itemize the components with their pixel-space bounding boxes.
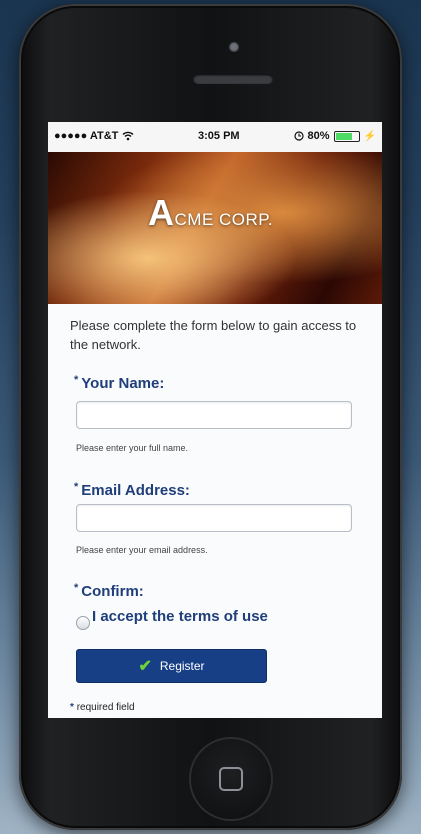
terms-checkbox[interactable]	[76, 616, 90, 630]
home-button-icon	[219, 767, 243, 791]
register-button-label: Register	[159, 659, 205, 673]
battery-level-fill	[335, 132, 352, 140]
carrier-label: ●●●●● AT&T	[54, 130, 119, 142]
battery-percent: 80%	[307, 130, 330, 142]
register-button[interactable]: ✔ Register	[76, 649, 267, 683]
required-asterisk: *	[70, 702, 74, 713]
brand-logo: ACME CORP.	[148, 192, 273, 234]
confirm-label-text: Confirm:	[81, 583, 144, 600]
home-button[interactable]	[191, 739, 271, 819]
status-left: ●●●●● AT&T	[54, 130, 134, 142]
required-asterisk: *	[74, 374, 79, 386]
required-asterisk: *	[74, 481, 79, 493]
status-time: 3:05 PM	[198, 130, 240, 142]
header-banner: ACME CORP.	[48, 152, 382, 304]
email-input[interactable]	[76, 504, 352, 532]
brand-initial: A	[148, 192, 175, 233]
alarm-icon	[293, 131, 304, 141]
checkmark-icon: ✔	[138, 658, 152, 675]
phone-screen: ●●●●● AT&T 3:05 PM 80% ⚡ ACME CORP. Plea…	[48, 122, 382, 718]
battery-icon	[333, 130, 360, 142]
terms-label[interactable]: I accept the terms of use	[92, 608, 268, 625]
confirm-label: * Confirm:	[74, 582, 144, 600]
name-hint: Please enter your full name.	[76, 443, 189, 453]
required-field-note: * required field	[70, 702, 135, 713]
email-hint: Please enter your email address.	[76, 545, 208, 555]
status-right: 80% ⚡	[293, 130, 376, 142]
email-label-text: Email Address:	[81, 482, 190, 499]
form-intro: Please complete the form below to gain a…	[70, 318, 357, 352]
charging-icon: ⚡	[363, 130, 376, 142]
name-label: * Your Name:	[74, 374, 165, 392]
required-note-text: required field	[76, 702, 135, 713]
name-label-text: Your Name:	[81, 375, 165, 392]
wifi-icon	[122, 131, 134, 141]
earpiece-speaker	[193, 74, 273, 84]
email-label: * Email Address:	[74, 481, 190, 499]
brand-name: CME CORP.	[174, 210, 274, 229]
name-input[interactable]	[76, 401, 352, 429]
status-bar: ●●●●● AT&T 3:05 PM 80% ⚡	[48, 122, 382, 152]
front-camera	[229, 42, 239, 52]
required-asterisk: *	[74, 582, 79, 594]
